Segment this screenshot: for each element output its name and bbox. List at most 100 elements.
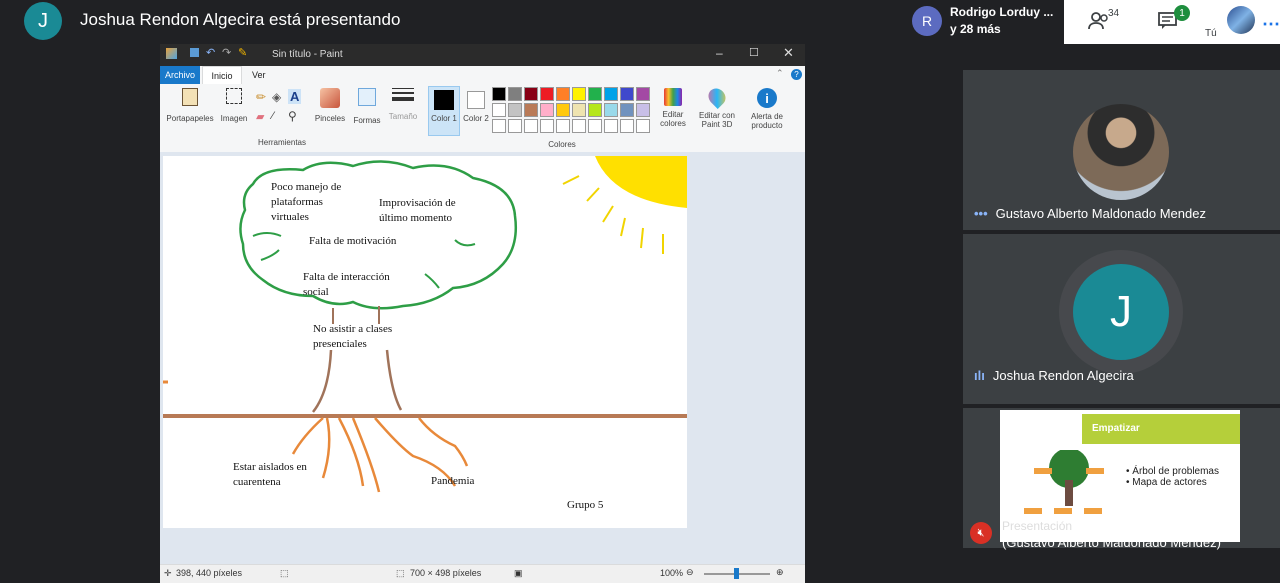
joshua-tile-label: ılı Joshua Rendon Algecira — [974, 368, 1134, 383]
palette-swatch[interactable] — [588, 119, 602, 133]
paint3d-button[interactable]: Editar con Paint 3D — [694, 84, 740, 136]
note-improvisacion: Improvisación de último momento — [379, 197, 456, 224]
presentation-owner: (Gustavo Alberto Maldonado Mendez) — [1002, 535, 1221, 550]
canvas-size: 700 × 498 píxeles — [410, 568, 482, 578]
slide-header: Empatizar — [1082, 414, 1240, 444]
palette-swatch[interactable] — [572, 103, 586, 117]
minimize-icon[interactable]: – — [716, 46, 723, 60]
pencil-quick-icon[interactable]: ✎ — [238, 46, 247, 59]
palette-swatch[interactable] — [524, 87, 538, 101]
gustavo-tile-label: ••• Gustavo Alberto Maldonado Mendez — [974, 206, 1206, 221]
palette-swatch[interactable] — [572, 119, 586, 133]
cursor-position: 398, 440 píxeles — [176, 568, 243, 578]
palette-swatch[interactable] — [492, 103, 506, 117]
palette-swatch[interactable] — [508, 87, 522, 101]
peer-more-count: y 28 más — [950, 22, 1001, 36]
palette-swatch[interactable] — [540, 103, 554, 117]
imagen-button[interactable]: Imagen — [218, 88, 250, 136]
zoom-in-icon[interactable]: ⊕ — [776, 567, 784, 578]
formas-button[interactable]: Formas — [352, 88, 382, 136]
zoom-out-icon[interactable]: ⊖ — [686, 567, 694, 578]
chat-badge: 1 — [1174, 5, 1190, 21]
alerta-producto-button[interactable]: i Alerta de producto — [744, 88, 790, 136]
palette-swatch[interactable] — [620, 103, 634, 117]
color1-button[interactable]: Color 1 — [428, 86, 460, 136]
window-title: Sin título - Paint — [272, 49, 343, 60]
palette-swatch[interactable] — [524, 119, 538, 133]
palette-swatch[interactable] — [636, 119, 650, 133]
paint-window: ↶ ↷ ✎ Sin título - Paint – ☐ ✕ Archivo I… — [160, 44, 805, 583]
palette-swatch[interactable] — [492, 87, 506, 101]
palette-swatch[interactable] — [492, 119, 506, 133]
paint-titlebar: ↶ ↷ ✎ Sin título - Paint – ☐ ✕ — [160, 44, 805, 66]
line-size-icon — [392, 88, 414, 101]
palette-swatch[interactable] — [572, 87, 586, 101]
imagen-label: Imagen — [220, 114, 248, 123]
menu-inicio[interactable]: Inicio — [202, 66, 242, 85]
menu-archivo[interactable]: Archivo — [160, 66, 200, 84]
close-icon[interactable]: ✕ — [783, 45, 794, 61]
palette-swatch[interactable] — [588, 103, 602, 117]
color1-label: Color 1 — [431, 114, 457, 123]
portapapeles-button[interactable]: Portapapeles — [164, 88, 216, 136]
palette-swatch[interactable] — [524, 103, 538, 117]
mic-off-icon: 🔇︎ — [970, 522, 992, 544]
palette-swatch[interactable] — [620, 87, 634, 101]
note-falta-interaccion: Falta de interacción social — [303, 271, 390, 298]
note-grupo: Grupo 5 — [567, 499, 604, 511]
note-falta-motivacion: Falta de motivación — [309, 235, 397, 247]
info-icon: i — [757, 88, 777, 108]
fill-icon[interactable]: ◈ — [272, 90, 281, 104]
maximize-icon[interactable]: ☐ — [749, 46, 759, 59]
herramientas-group: ✏ ◈ A ▰ ⁄ ⚲ Herramientas — [254, 89, 310, 147]
zoom-slider-thumb[interactable] — [734, 568, 739, 579]
save-icon[interactable] — [190, 48, 199, 57]
more-dots-icon[interactable]: ••• — [974, 206, 988, 221]
palette-swatch[interactable] — [556, 119, 570, 133]
color1-swatch — [434, 90, 454, 110]
editar-colores-button[interactable]: Editar colores — [656, 88, 690, 136]
palette-swatch[interactable] — [620, 119, 634, 133]
shapes-icon — [358, 88, 376, 106]
self-label: Tú — [1205, 28, 1217, 39]
peer-avatar: R — [912, 6, 942, 36]
palette-swatch[interactable] — [556, 87, 570, 101]
palette-swatch[interactable] — [604, 87, 618, 101]
palette-swatch[interactable] — [508, 103, 522, 117]
pinceles-label: Pinceles — [314, 114, 346, 123]
formas-label: Formas — [353, 116, 381, 125]
help-icon[interactable]: ? — [791, 69, 802, 80]
palette-swatch[interactable] — [540, 87, 554, 101]
collapse-ribbon-icon[interactable]: ⌃ — [776, 68, 784, 79]
self-avatar[interactable] — [1227, 6, 1255, 34]
palette-swatch[interactable] — [604, 103, 618, 117]
cursor-icon: ✛ — [164, 568, 172, 578]
undo-icon[interactable]: ↶ — [206, 46, 215, 59]
color2-button[interactable]: Color 2 — [462, 86, 490, 136]
pinceles-button[interactable]: Pinceles — [312, 88, 348, 136]
text-icon[interactable]: A — [288, 89, 302, 104]
palette-swatch[interactable] — [540, 119, 554, 133]
more-options-icon[interactable]: ⋯ — [1262, 14, 1280, 35]
palette-swatch[interactable] — [556, 103, 570, 117]
color-picker-icon[interactable]: ⁄ — [272, 110, 274, 122]
pencil-icon[interactable]: ✏ — [256, 90, 266, 104]
gustavo-name: Gustavo Alberto Maldonado Mendez — [995, 206, 1206, 221]
disk-icon: ▣ — [514, 568, 523, 578]
magnifier-icon[interactable]: ⚲ — [288, 109, 297, 123]
zoom-level: 100% — [660, 568, 684, 578]
palette-swatch[interactable] — [588, 87, 602, 101]
participants-button[interactable] — [1088, 12, 1110, 35]
drawing-canvas[interactable]: Poco manejo de plataformas virtuales Imp… — [163, 156, 687, 528]
herramientas-label: Herramientas — [257, 138, 306, 147]
menu-ver[interactable]: Ver — [252, 70, 266, 80]
tamano-label: Tamaño — [388, 112, 418, 121]
palette-swatch[interactable] — [636, 103, 650, 117]
tamano-button[interactable]: Tamaño — [386, 88, 420, 136]
selection-icon: ⬚ — [280, 568, 289, 578]
palette-swatch[interactable] — [508, 119, 522, 133]
palette-swatch[interactable] — [636, 87, 650, 101]
palette-swatch[interactable] — [604, 119, 618, 133]
eraser-icon[interactable]: ▰ — [256, 110, 264, 123]
redo-icon[interactable]: ↷ — [222, 46, 231, 59]
